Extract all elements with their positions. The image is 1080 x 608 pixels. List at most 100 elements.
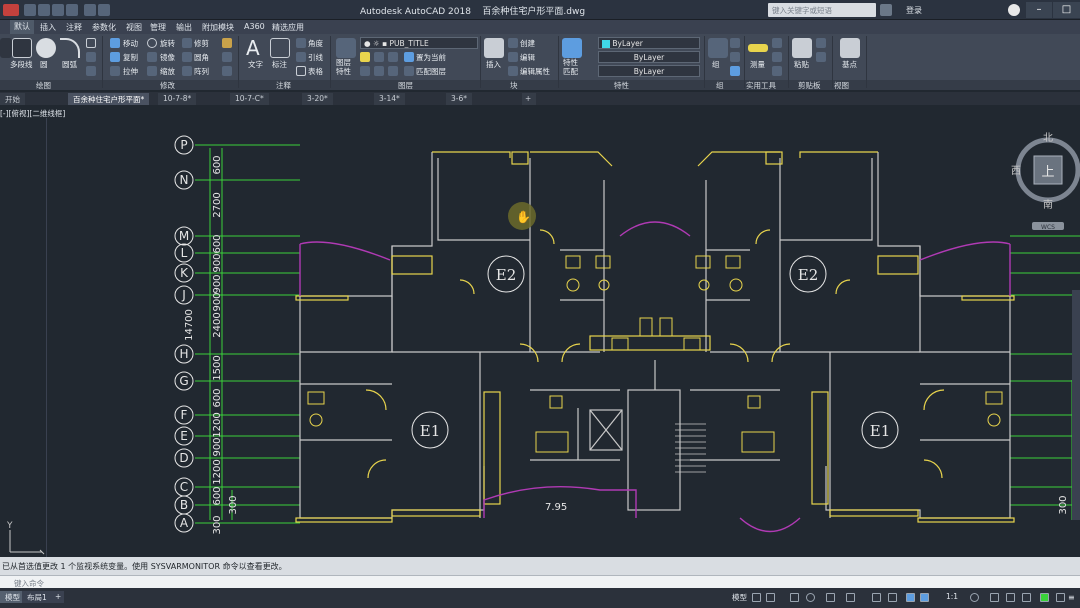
offset-icon[interactable] [222,66,232,76]
explode-icon[interactable] [222,52,232,62]
model-space-button[interactable]: 模型 [732,592,747,603]
match-properties-icon[interactable] [562,38,582,58]
set-current-icon[interactable] [404,52,414,62]
new-tab-button[interactable]: + [522,93,536,105]
layer-tool-icon[interactable] [388,66,398,76]
annotation-visibility-icon[interactable] [920,593,929,602]
stretch-icon[interactable] [110,66,120,76]
region-icon[interactable] [86,66,96,76]
array-button[interactable]: 阵列 [194,66,209,77]
units-icon[interactable] [1006,593,1015,602]
drawing-viewport[interactable]: P N M L K J H G F E D C B A 600 2700 600… [0,105,1080,557]
snap-toggle-icon[interactable] [766,593,775,602]
scale-icon[interactable] [147,66,157,76]
isolate-objects-icon[interactable] [1022,593,1031,602]
tab-parametric[interactable]: 参数化 [92,22,116,33]
trim-button[interactable]: 修剪 [194,38,209,49]
transparency-toggle-icon[interactable] [888,593,897,602]
group-icon[interactable] [708,38,728,58]
panel-label-groups[interactable]: 组 [716,80,724,91]
copy-button[interactable]: 复制 [123,52,138,63]
table-button[interactable]: 表格 [308,66,323,77]
set-current-button[interactable]: 置为当前 [416,52,446,63]
tab-manage[interactable]: 管理 [150,22,166,33]
layer-tool-icon[interactable] [360,52,370,62]
cut-icon[interactable] [816,38,826,48]
viewport-controls[interactable]: [-][俯视][二维线框] [0,108,65,119]
layer-dropdown[interactable]: ● ☼ ▪ PUB_TITLE [360,37,478,49]
edit-attr-button[interactable]: 编辑属性 [520,66,550,77]
mirror-button[interactable]: 镜像 [160,52,175,63]
panel-label-annotation[interactable]: 注释 [276,80,291,91]
base-point-button[interactable]: 基点 [842,59,857,70]
save-icon[interactable] [52,4,64,16]
copy-icon[interactable] [110,52,120,62]
fillet-button[interactable]: 圆角 [194,52,209,63]
dimension-icon[interactable] [270,38,290,58]
tab-addins[interactable]: 附加模块 [202,22,234,33]
line-icon[interactable] [0,38,12,58]
add-layout-button[interactable]: + [52,591,65,603]
save-as-icon[interactable] [66,4,78,16]
grid-toggle-icon[interactable] [752,593,761,602]
panel-label-block[interactable]: 块 [510,80,518,91]
stretch-button[interactable]: 拉伸 [123,66,138,77]
layer-tool-icon[interactable] [360,66,370,76]
panel-label-draw[interactable]: 绘图 [36,80,51,91]
rotate-button[interactable]: 旋转 [160,38,175,49]
edit-block-button[interactable]: 编辑 [520,52,535,63]
match-layer-icon[interactable] [404,66,414,76]
table-icon[interactable] [296,66,306,76]
customize-menu-icon[interactable]: ≡ [1068,593,1077,602]
search-icon[interactable] [880,4,892,16]
tab-insert[interactable]: 插入 [40,22,56,33]
scale-button[interactable]: 缩放 [160,66,175,77]
linetype-dropdown[interactable]: ByLayer [598,51,700,63]
app-menu-icon[interactable] [3,4,19,16]
insert-button[interactable]: 插入 [486,59,501,70]
undo-icon[interactable] [84,4,96,16]
doc-tab-current[interactable]: 百余种住宅户形平面* [68,93,150,105]
tab-featured-apps[interactable]: 精选应用 [272,22,304,33]
viewcube[interactable]: 上 北 南 西 WCS [1011,132,1080,231]
tab-default[interactable]: 默认 [10,20,34,34]
new-file-icon[interactable] [24,4,36,16]
search-input[interactable]: 键入关键字或短语 [768,3,876,17]
layer-properties-button[interactable]: 图层特性 [336,58,356,76]
panel-label-layers[interactable]: 图层 [398,80,413,91]
group-tool-icon[interactable] [730,66,740,76]
hardware-accel-icon[interactable] [1040,593,1049,602]
insert-block-icon[interactable] [484,38,504,58]
color-dropdown[interactable]: ByLayer [598,37,700,49]
paste-button[interactable]: 粘贴 [794,59,809,70]
leader-button[interactable]: 引线 [308,52,323,63]
annotation-scale[interactable]: 1:1 [946,592,958,601]
group-button[interactable]: 组 [712,59,720,70]
trim-icon[interactable] [182,38,192,48]
maximize-button[interactable]: □ [1053,2,1080,18]
move-icon[interactable] [110,38,120,48]
group-tool-icon[interactable] [730,38,740,48]
lineweight-toggle-icon[interactable] [872,593,881,602]
open-file-icon[interactable] [38,4,50,16]
panel-label-properties[interactable]: 特性 [614,80,629,91]
text-button[interactable]: 文字 [248,59,263,70]
edit-attr-icon[interactable] [508,66,518,76]
doc-tab[interactable]: 3-14* [374,93,405,105]
panel-label-view[interactable]: 视图 [834,80,849,91]
tab-view[interactable]: 视图 [126,22,142,33]
doc-tab-start[interactable]: 开始 [0,93,25,105]
angular-icon[interactable] [296,38,306,48]
leader-icon[interactable] [296,52,306,62]
tab-a360[interactable]: A360 [244,22,265,31]
measure-button[interactable]: 测量 [750,59,765,70]
move-button[interactable]: 移动 [123,38,138,49]
redo-icon[interactable] [98,4,110,16]
minimize-button[interactable]: – [1026,2,1052,18]
doc-tab[interactable]: 3-20* [302,93,333,105]
command-input[interactable]: 键入命令 [0,575,1080,588]
doc-tab[interactable]: 10-7-C* [230,93,269,105]
layout-tab-layout1[interactable]: 布局1 [22,591,52,603]
annotation-scale-icon[interactable] [906,593,915,602]
lineweight-dropdown[interactable]: ByLayer [598,65,700,77]
